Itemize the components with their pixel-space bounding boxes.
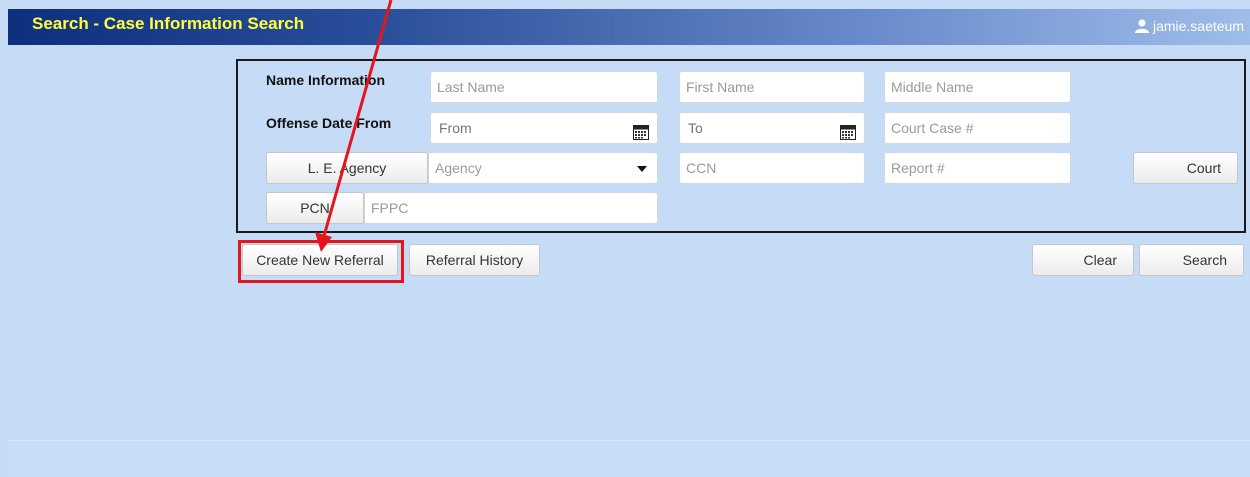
last-name-input[interactable] xyxy=(430,71,658,103)
page-title: Search - Case Information Search xyxy=(32,14,305,33)
first-name-input[interactable] xyxy=(679,71,865,103)
ccn-input[interactable] xyxy=(679,152,865,184)
calendar-icon[interactable] xyxy=(633,120,649,140)
footer-band xyxy=(8,440,1250,477)
middle-name-input[interactable] xyxy=(884,71,1071,103)
offense-date-from-label: Offense Date From xyxy=(266,115,392,131)
court-button[interactable]: Court xyxy=(1133,152,1238,184)
court-case-input[interactable] xyxy=(884,112,1071,144)
referral-history-button[interactable]: Referral History xyxy=(409,244,540,276)
report-number-input[interactable] xyxy=(884,152,1071,184)
to-date-input[interactable] xyxy=(686,113,830,143)
le-agency-button[interactable]: L. E. Agency xyxy=(266,152,428,184)
from-date-field[interactable] xyxy=(430,112,658,144)
title-bar: Search - Case Information Search jamie.s… xyxy=(8,9,1250,45)
calendar-icon[interactable] xyxy=(840,120,856,140)
search-button[interactable]: Search xyxy=(1139,244,1244,276)
from-date-input[interactable] xyxy=(437,113,621,143)
agency-select[interactable]: Agency xyxy=(428,152,658,184)
user-menu[interactable]: jamie.saeteum xyxy=(1134,18,1244,34)
caret-down-icon xyxy=(637,166,647,172)
username[interactable]: jamie.saeteum xyxy=(1153,18,1244,34)
fppc-input[interactable] xyxy=(364,192,658,224)
to-date-field[interactable] xyxy=(679,112,865,144)
create-new-referral-button[interactable]: Create New Referral xyxy=(242,244,398,276)
user-icon xyxy=(1134,19,1149,33)
name-information-label: Name Information xyxy=(266,72,386,88)
clear-button[interactable]: Clear xyxy=(1032,244,1134,276)
agency-select-value: Agency xyxy=(435,160,482,176)
pcn-button[interactable]: PCN xyxy=(266,192,364,224)
